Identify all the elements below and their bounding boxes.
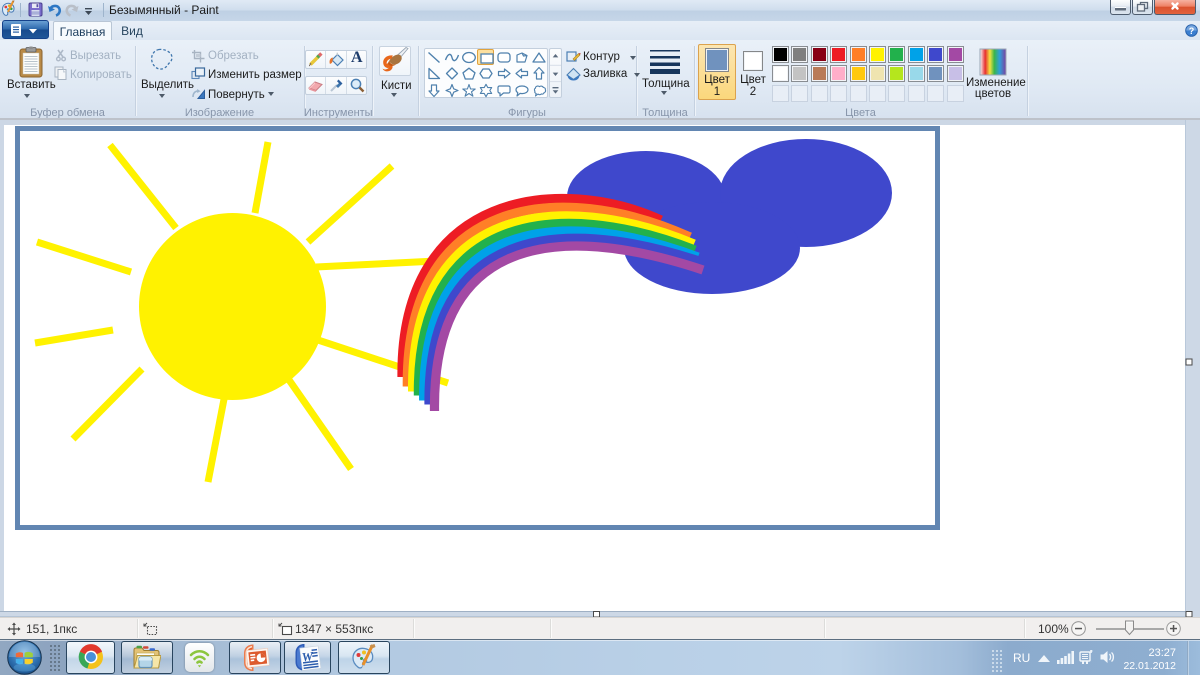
svg-text:?: ? — [1189, 26, 1195, 36]
